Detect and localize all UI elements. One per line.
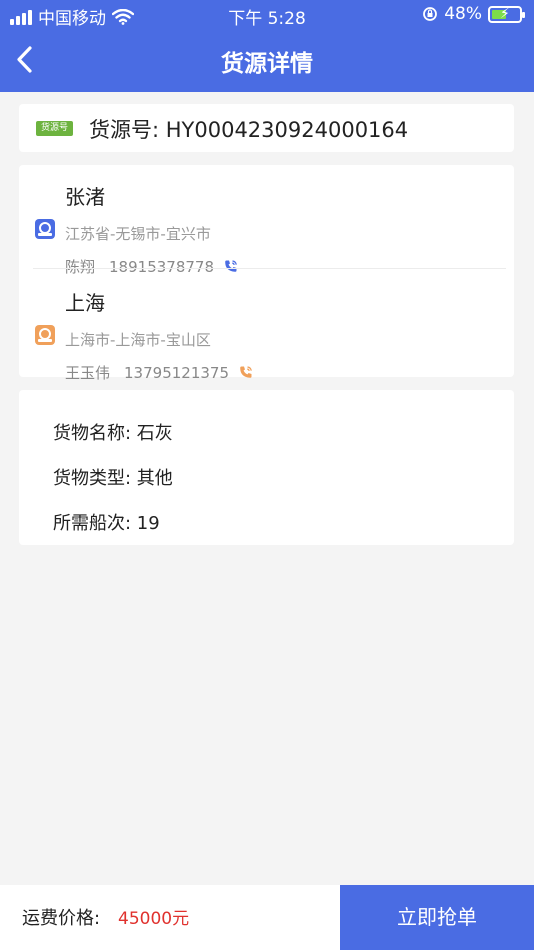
destination-location-icon [35, 325, 55, 345]
phone-icon[interactable] [239, 365, 253, 379]
route-card: 张渚 江苏省-无锡市-宜兴市 陈翔 18915378778 上海 上海市-上海市-… [19, 165, 514, 382]
price-label: 运费价格: [22, 908, 101, 929]
page-title: 货源详情 [221, 51, 313, 77]
status-bar: 中国移动 下午 5:28 48% ⚡ [0, 0, 534, 30]
goods-card: 货物名称: 石灰 货物类型: 其他 所需船次: 19 [19, 390, 514, 545]
origin-contact-phone[interactable]: 18915378778 [109, 258, 214, 276]
orientation-lock-icon [423, 7, 438, 21]
source-number-card: 货源号 货源号: HY0004230924000164 [19, 104, 514, 152]
origin-region: 江苏省-无锡市-宜兴市 [65, 225, 211, 243]
goods-name: 货物名称: 石灰 [53, 423, 173, 444]
destination-city: 上海 [65, 291, 105, 315]
status-right: 48% ⚡ [422, 4, 525, 24]
origin-contact-name: 陈翔 [65, 258, 96, 276]
source-number: 货源号: HY0004230924000164 [89, 118, 409, 142]
header: 中国移动 下午 5:28 48% ⚡ 货源详情 [0, 0, 534, 92]
origin-contact: 陈翔 18915378778 [65, 256, 238, 277]
destination-contact: 王玉伟 13795121375 [65, 362, 253, 383]
bottom-bar: 运费价格: 45000元 立即抢单 [0, 885, 534, 950]
battery-icon: ⚡ [488, 5, 525, 23]
route-divider [33, 268, 506, 269]
grab-order-button[interactable]: 立即抢单 [340, 885, 534, 950]
goods-trips: 所需船次: 19 [53, 513, 160, 534]
destination-region: 上海市-上海市-宝山区 [65, 331, 211, 349]
phone-icon[interactable] [224, 259, 238, 273]
goods-type: 货物类型: 其他 [53, 468, 173, 489]
origin-location-icon [35, 219, 55, 239]
back-button[interactable] [8, 40, 48, 80]
nav-bar: 货源详情 [0, 30, 534, 92]
battery-percent: 48% [444, 4, 482, 24]
chevron-left-icon [17, 46, 32, 73]
price-value: 45000元 [118, 909, 190, 929]
source-number-tag: 货源号 [36, 121, 73, 136]
destination-contact-name: 王玉伟 [65, 364, 111, 382]
origin-city: 张渚 [65, 185, 105, 209]
destination-contact-phone[interactable]: 13795121375 [124, 364, 229, 382]
